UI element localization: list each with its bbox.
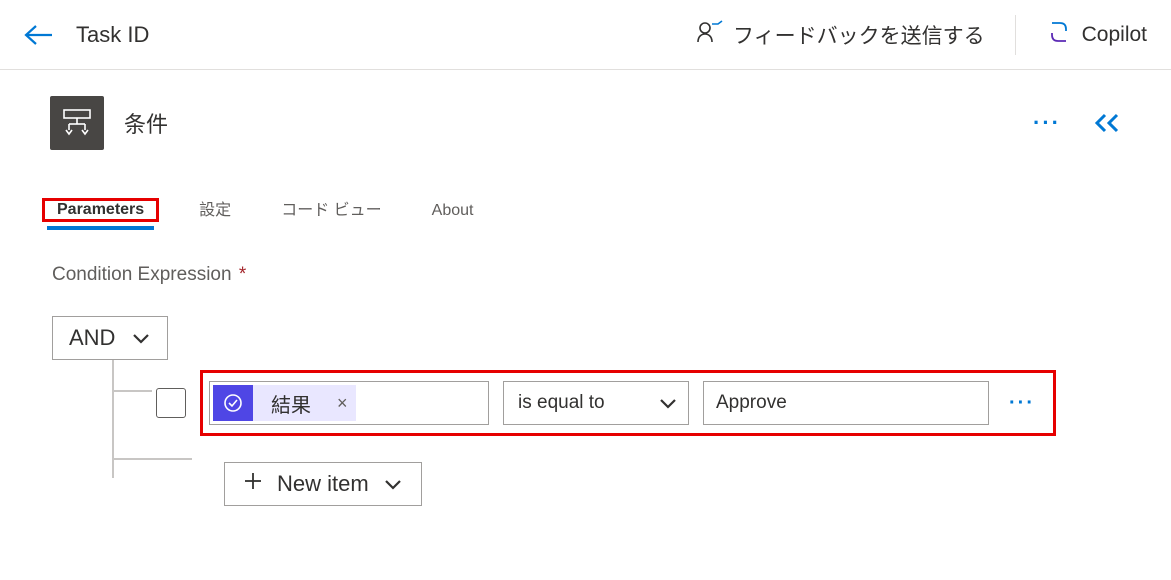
condition-expression-label: Condition Expression * xyxy=(0,222,1171,286)
chevron-down-icon xyxy=(131,331,151,345)
chevron-down-icon xyxy=(383,477,403,491)
dynamic-content-token[interactable]: 結果 × xyxy=(213,385,356,421)
send-feedback-label: フィードバックを送信する xyxy=(733,20,985,50)
tree-connector xyxy=(52,358,124,478)
row-select-checkbox[interactable] xyxy=(156,388,186,418)
logic-operator-value: AND xyxy=(69,325,115,351)
top-bar: Task ID フィードバックを送信する Copilot xyxy=(0,0,1171,70)
right-operand-input[interactable]: Approve xyxy=(703,381,989,425)
right-operand-value: Approve xyxy=(716,392,787,414)
action-header: 条件 ··· xyxy=(0,70,1171,160)
top-right-group: フィードバックを送信する Copilot xyxy=(697,15,1147,55)
chevron-down-icon xyxy=(658,396,678,410)
condition-builder: AND xyxy=(0,286,1171,546)
tab-about[interactable]: About xyxy=(422,196,484,222)
tabs-container: Parameters 設定 コード ビュー About xyxy=(0,160,1171,222)
back-arrow-icon[interactable] xyxy=(24,23,54,47)
copilot-icon xyxy=(1046,19,1072,51)
plus-icon xyxy=(243,471,263,497)
annotation-highlight-tabs: Parameters xyxy=(42,198,159,222)
operator-value: is equal to xyxy=(518,392,605,414)
operator-select[interactable]: is equal to xyxy=(503,381,689,425)
row-more-button[interactable]: ··· xyxy=(1003,392,1041,415)
tab-codeview[interactable]: コード ビュー xyxy=(271,190,391,222)
copilot-label: Copilot xyxy=(1082,23,1147,47)
dynamic-content-icon xyxy=(213,385,253,421)
action-more-button[interactable]: ··· xyxy=(1023,110,1071,136)
logic-operator-select[interactable]: AND xyxy=(52,316,168,360)
condition-row: 結果 × is equal to Approve xyxy=(124,370,1119,436)
page-title: Task ID xyxy=(76,22,675,48)
new-item-label: New item xyxy=(277,471,369,497)
tab-settings[interactable]: 設定 xyxy=(189,190,241,222)
remove-token-icon[interactable]: × xyxy=(329,393,356,414)
collapse-panel-icon[interactable] xyxy=(1091,111,1121,135)
copilot-link[interactable]: Copilot xyxy=(1046,19,1147,51)
send-feedback-link[interactable]: フィードバックを送信する xyxy=(697,20,985,50)
action-title: 条件 xyxy=(124,107,1003,139)
required-asterisk: * xyxy=(239,264,246,285)
annotation-highlight-row: 結果 × is equal to Approve xyxy=(200,370,1056,436)
tab-parameters[interactable]: Parameters xyxy=(47,195,154,230)
new-item-button[interactable]: New item xyxy=(224,462,422,506)
left-operand-input[interactable]: 結果 × xyxy=(209,381,489,425)
dynamic-content-label: 結果 xyxy=(253,389,329,418)
condition-action-icon xyxy=(50,96,104,150)
divider xyxy=(1015,15,1016,55)
feedback-icon xyxy=(697,20,723,50)
